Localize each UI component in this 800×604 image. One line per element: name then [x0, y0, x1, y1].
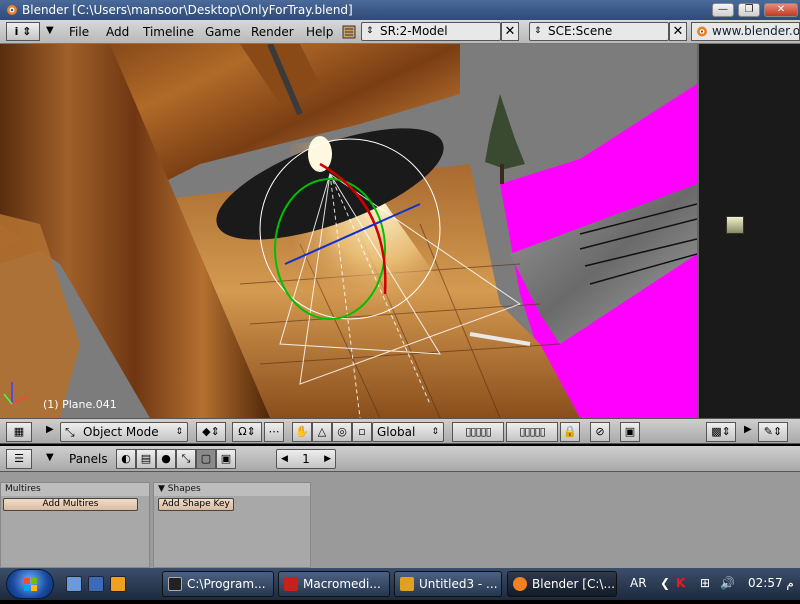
scene-context-icon[interactable]: ▣	[216, 449, 236, 469]
taskbar-item-macromedia[interactable]: Macromedi...	[278, 571, 390, 597]
cmd-icon	[168, 577, 182, 591]
screen-field[interactable]: ⇕ SR:2-Model	[361, 22, 501, 41]
network-icon[interactable]: ⊞	[700, 576, 710, 590]
orientation-select[interactable]: Global ⇕	[372, 422, 444, 442]
frame-number-field[interactable]: ◀ 1 ▶	[276, 449, 336, 469]
logic-context-icon[interactable]: ◐	[116, 449, 136, 469]
minimize-button[interactable]: —	[712, 3, 734, 17]
blender-logo-icon	[697, 26, 707, 37]
lock-icon[interactable]: 🔒	[560, 422, 580, 442]
expand-menu-icon[interactable]: ▶	[744, 424, 752, 435]
layers-row-1[interactable]: ▯▯▯▯▯	[452, 422, 504, 442]
add-multires-button[interactable]: Add Multires	[3, 498, 138, 511]
manipulator-rotate-icon[interactable]: ◎	[332, 422, 352, 442]
link-icon[interactable]: ⊘	[590, 422, 610, 442]
manipulator-scale-icon[interactable]: ▫	[352, 422, 372, 442]
layers-row-2[interactable]: ▯▯▯▯▯	[506, 422, 558, 442]
window-title-bar: Blender [C:\Users\mansoor\Desktop\OnlyFo…	[0, 0, 800, 20]
shading-context-icon[interactable]: ●	[156, 449, 176, 469]
shapes-panel: ▼ Shapes Add Shape Key	[153, 482, 311, 568]
delete-scene-button[interactable]: ✕	[669, 22, 687, 41]
image-preview-area[interactable]	[697, 44, 800, 418]
expand-menu-icon[interactable]: ▶	[46, 424, 54, 435]
maximize-button[interactable]: ❐	[738, 3, 760, 17]
delete-screen-button[interactable]: ✕	[501, 22, 519, 41]
menu-add[interactable]: Add	[106, 25, 129, 39]
viewport-scene	[0, 44, 697, 418]
pivot-icon[interactable]: Ω⇕	[232, 422, 262, 442]
start-button[interactable]	[6, 569, 54, 599]
screen-browse-icon[interactable]	[341, 24, 357, 40]
info-header: i ⇕ ▼ File Add Timeline Game Render Help…	[0, 20, 800, 44]
collapse-panel-icon[interactable]: ▼	[158, 484, 168, 494]
image-browse-icon[interactable]: ▩⇕	[706, 422, 736, 442]
panel-title: ▼ Shapes	[154, 483, 310, 496]
editing-context-icon[interactable]: ▢	[196, 449, 216, 469]
info-icon[interactable]: i ⇕	[6, 22, 40, 41]
manipulator-translate-icon[interactable]: △	[312, 422, 332, 442]
arrow-left-icon: ◀	[281, 454, 288, 464]
multires-panel: Multires Add Multires	[0, 482, 150, 568]
panels-label: Panels	[69, 452, 108, 466]
tray-expand-icon[interactable]: ❮	[660, 576, 670, 590]
menu-game[interactable]: Game	[205, 25, 241, 39]
blender-url-link[interactable]: www.blender.org	[691, 22, 800, 41]
collapse-menu-icon[interactable]: ▼	[46, 452, 54, 463]
window-title: Blender [C:\Users\mansoor\Desktop\OnlyFo…	[22, 3, 353, 17]
collapse-menu-icon[interactable]: ▼	[46, 25, 54, 36]
taskbar-item-untitled3[interactable]: Untitled3 - ...	[394, 571, 502, 597]
antivirus-icon[interactable]: K	[676, 576, 685, 590]
menu-render[interactable]: Render	[251, 25, 294, 39]
view-type-grid-icon[interactable]: ▦	[6, 422, 32, 442]
draw-type-icon[interactable]: ◆⇕	[196, 422, 226, 442]
updown-icon: ⇕	[175, 427, 183, 437]
flash-icon	[284, 577, 298, 591]
windows-logo-icon	[24, 578, 37, 591]
updown-icon: ⇕	[431, 427, 439, 437]
script-context-icon[interactable]: ▤	[136, 449, 156, 469]
volume-icon[interactable]: 🔊	[720, 576, 735, 590]
language-indicator[interactable]: AR	[630, 576, 647, 590]
arrow-right-icon: ▶	[324, 454, 331, 464]
3d-viewport[interactable]: (1) Plane.041	[0, 44, 697, 418]
panel-title: Multires	[1, 483, 149, 496]
updown-icon: ⇕	[366, 26, 374, 36]
blender-icon	[513, 577, 527, 591]
render-icon[interactable]: ▣	[620, 422, 640, 442]
media-player-icon[interactable]	[110, 576, 126, 592]
add-shape-key-button[interactable]: Add Shape Key	[158, 498, 234, 511]
object-context-icon[interactable]: ⤡	[176, 449, 196, 469]
show-desktop-icon[interactable]	[66, 576, 82, 592]
notepad-icon	[400, 577, 414, 591]
buttons-header: ☰ ▼ Panels ◐ ▤ ● ⤡ ▢ ▣ ◀ 1 ▶	[0, 446, 800, 472]
updown-icon: ⇕	[534, 26, 542, 36]
close-button[interactable]: ✕	[764, 3, 798, 17]
taskbar-item-blender[interactable]: Blender [C:\...	[507, 571, 617, 597]
active-object-label: (1) Plane.041	[43, 398, 117, 411]
switch-windows-icon[interactable]	[88, 576, 104, 592]
clock[interactable]: 02:57 م	[748, 576, 794, 590]
view-type-buttons-icon[interactable]: ☰	[6, 449, 32, 469]
buttons-window: Multires Add Multires ▼ Shapes Add Shape…	[0, 472, 800, 568]
viewport-header: ▦ ▶ ⤡ Object Mode ⇕ ◆⇕ Ω⇕ ⋯ ✋ △ ◎ ▫ Glob…	[0, 418, 800, 444]
pin-icon[interactable]: ✎⇕	[758, 422, 788, 442]
windows-taskbar: C:\Program... Macromedi... Untitled3 - .…	[0, 568, 800, 600]
preview-swatch	[726, 216, 744, 234]
object-mode-icon: ⤡	[65, 425, 75, 439]
scene-field[interactable]: ⇕ SCE:Scene	[529, 22, 669, 41]
hand-icon[interactable]: ✋	[292, 422, 312, 442]
taskbar-item-cmd[interactable]: C:\Program...	[162, 571, 274, 597]
menu-timeline[interactable]: Timeline	[143, 25, 194, 39]
mode-select[interactable]: ⤡ Object Mode ⇕	[60, 422, 188, 442]
menu-file[interactable]: File	[69, 25, 89, 39]
snap-icon[interactable]: ⋯	[264, 422, 284, 442]
blender-logo-icon	[7, 5, 17, 15]
menu-help[interactable]: Help	[306, 25, 333, 39]
